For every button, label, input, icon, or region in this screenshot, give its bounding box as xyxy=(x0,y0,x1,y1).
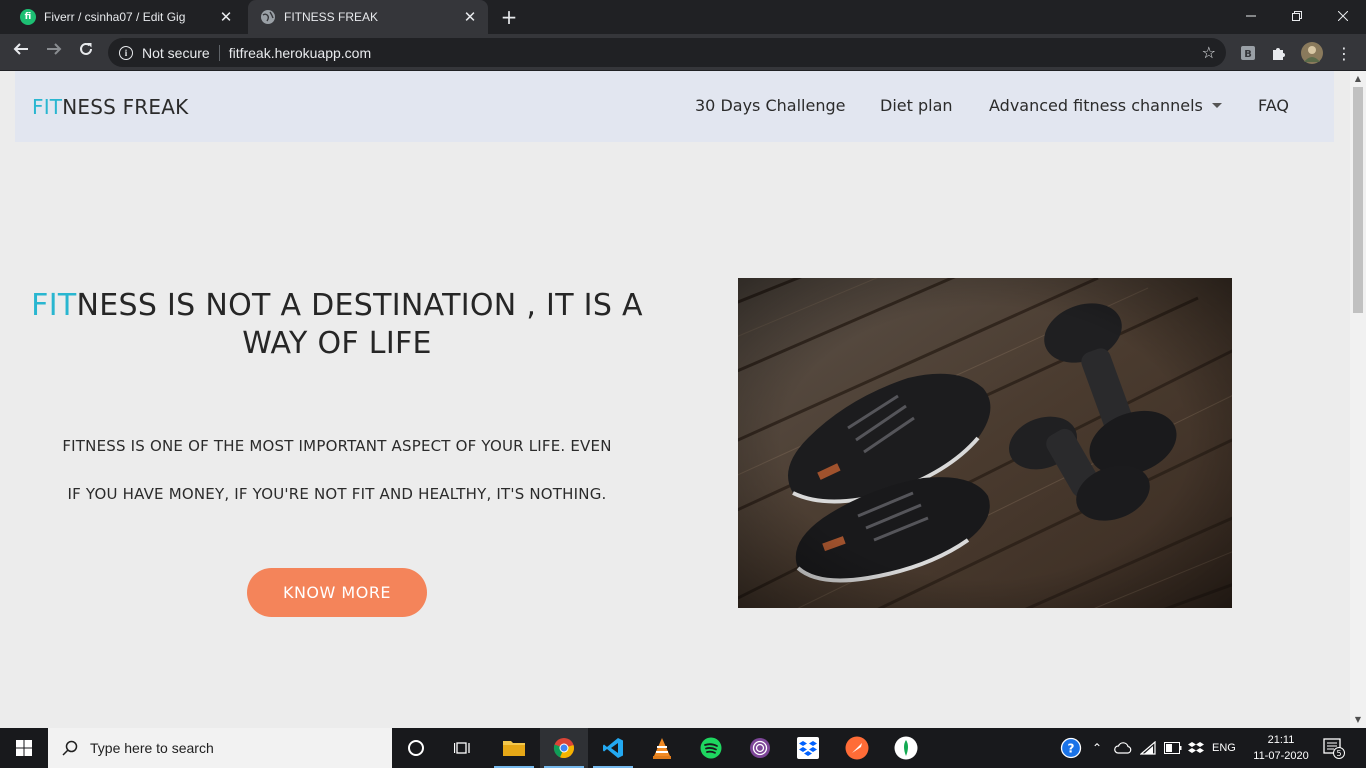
svg-text:B: B xyxy=(1244,49,1252,60)
clock-time: 21:11 xyxy=(1267,734,1295,746)
cloud-status-icon[interactable] xyxy=(1114,728,1132,768)
new-tab-button[interactable]: + xyxy=(498,6,520,28)
scroll-up-arrow-icon[interactable]: ▲ xyxy=(1350,71,1366,87)
task-view-icon[interactable] xyxy=(440,728,488,768)
windows-logo-icon xyxy=(16,740,32,756)
extensions-puzzle-icon[interactable] xyxy=(1268,42,1290,64)
hero-text-line-2: IF YOU HAVE MONEY, IF YOU'RE NOT FIT AND… xyxy=(67,485,607,503)
system-clock[interactable]: 21:11 11-07-2020 xyxy=(1248,732,1314,764)
address-bar[interactable]: i Not secure fitfreak.herokuapp.com ☆ xyxy=(108,38,1226,67)
vscode-icon[interactable] xyxy=(589,728,637,768)
tab-fitness-freak[interactable]: FITNESS FREAK ✕ xyxy=(248,0,488,34)
mongodb-compass-icon[interactable] xyxy=(882,728,930,768)
hero-text-line-1: FITNESS IS ONE OF THE MOST IMPORTANT ASP… xyxy=(62,437,612,455)
close-window-button[interactable] xyxy=(1320,0,1366,32)
url-text[interactable]: fitfreak.herokuapp.com xyxy=(229,45,371,61)
nav-link-30-days-challenge[interactable]: 30 Days Challenge xyxy=(695,96,845,115)
file-explorer-icon[interactable] xyxy=(490,728,538,768)
show-hidden-icons-chevron-icon[interactable]: ⌃ xyxy=(1092,728,1102,768)
clock-date: 11-07-2020 xyxy=(1253,750,1309,762)
nav-link-faq[interactable]: FAQ xyxy=(1258,96,1289,115)
tab-title: FITNESS FREAK xyxy=(284,10,379,24)
search-placeholder: Type here to search xyxy=(90,740,214,756)
windows-start-button[interactable] xyxy=(0,728,48,768)
brand-logo[interactable]: FITNESS FREAK xyxy=(32,95,188,119)
svg-text:?: ? xyxy=(1068,742,1075,756)
chrome-menu-icon[interactable]: ⋮ xyxy=(1333,42,1355,64)
hero-title: FITNESS IS NOT A DESTINATION , IT IS A W… xyxy=(31,288,643,361)
tor-icon[interactable] xyxy=(736,728,784,768)
tab-fiverr[interactable]: fi Fiverr / csinha07 / Edit Gig ✕ xyxy=(8,0,244,34)
security-label[interactable]: Not secure xyxy=(142,45,210,61)
notification-count: 5 xyxy=(1336,749,1341,758)
bookmark-star-icon[interactable]: ☆ xyxy=(1202,43,1216,62)
back-button[interactable] xyxy=(9,40,33,64)
page-scrollbar[interactable]: ▲ ▼ xyxy=(1350,71,1366,728)
search-icon xyxy=(62,740,78,756)
scroll-down-arrow-icon[interactable]: ▼ xyxy=(1350,712,1366,728)
hero-image-sneakers-dumbbells xyxy=(738,278,1232,608)
scrollbar-thumb[interactable] xyxy=(1353,87,1363,313)
cortana-icon[interactable] xyxy=(392,728,440,768)
arrow-right-icon xyxy=(47,43,62,55)
know-more-button[interactable]: KNOW MORE xyxy=(247,568,427,617)
site-navbar: FITNESS FREAK 30 Days Challenge Diet pla… xyxy=(15,71,1334,142)
arrow-left-icon xyxy=(13,43,28,55)
close-icon[interactable]: ✕ xyxy=(460,8,480,26)
wifi-icon[interactable] xyxy=(1140,728,1156,768)
tab-title: Fiverr / csinha07 / Edit Gig xyxy=(44,10,186,24)
minimize-button[interactable] xyxy=(1228,0,1274,32)
postman-icon[interactable] xyxy=(833,728,881,768)
fiverr-icon: fi xyxy=(20,9,36,25)
divider xyxy=(218,44,220,61)
close-icon[interactable]: ✕ xyxy=(216,8,236,26)
nav-link-diet-plan[interactable]: Diet plan xyxy=(880,96,953,115)
info-icon[interactable]: i xyxy=(119,45,133,60)
extension-b-icon[interactable]: B xyxy=(1237,42,1259,64)
browser-toolbar: i Not secure fitfreak.herokuapp.com ☆ B … xyxy=(0,34,1366,71)
profile-avatar[interactable] xyxy=(1301,42,1323,64)
vlc-icon[interactable] xyxy=(638,728,686,768)
browser-tab-strip: fi Fiverr / csinha07 / Edit Gig ✕ FITNES… xyxy=(0,0,1366,34)
chrome-icon[interactable] xyxy=(540,728,588,768)
taskbar-search-box[interactable]: Type here to search xyxy=(48,728,392,768)
reload-icon xyxy=(80,42,92,55)
reload-button[interactable] xyxy=(74,40,98,64)
action-center-icon[interactable]: 5 xyxy=(1322,728,1346,768)
page-viewport: FITNESS FREAK 30 Days Challenge Diet pla… xyxy=(0,71,1350,728)
windows-taskbar: Type here to search ? ⌃ ENG 21:11 11-07-… xyxy=(0,728,1366,768)
spotify-icon[interactable] xyxy=(687,728,735,768)
caret-down-icon xyxy=(1211,102,1222,108)
dropbox-icon[interactable] xyxy=(784,728,832,768)
help-tray-icon[interactable]: ? xyxy=(1060,728,1082,768)
forward-button[interactable] xyxy=(42,40,66,64)
restore-button[interactable] xyxy=(1274,0,1320,32)
language-indicator[interactable]: ENG xyxy=(1212,728,1236,768)
dropbox-tray-icon[interactable] xyxy=(1188,728,1204,768)
battery-icon[interactable] xyxy=(1164,728,1182,768)
nav-dropdown-advanced-fitness-channels[interactable]: Advanced fitness channels xyxy=(989,96,1222,115)
globe-icon xyxy=(260,9,276,25)
